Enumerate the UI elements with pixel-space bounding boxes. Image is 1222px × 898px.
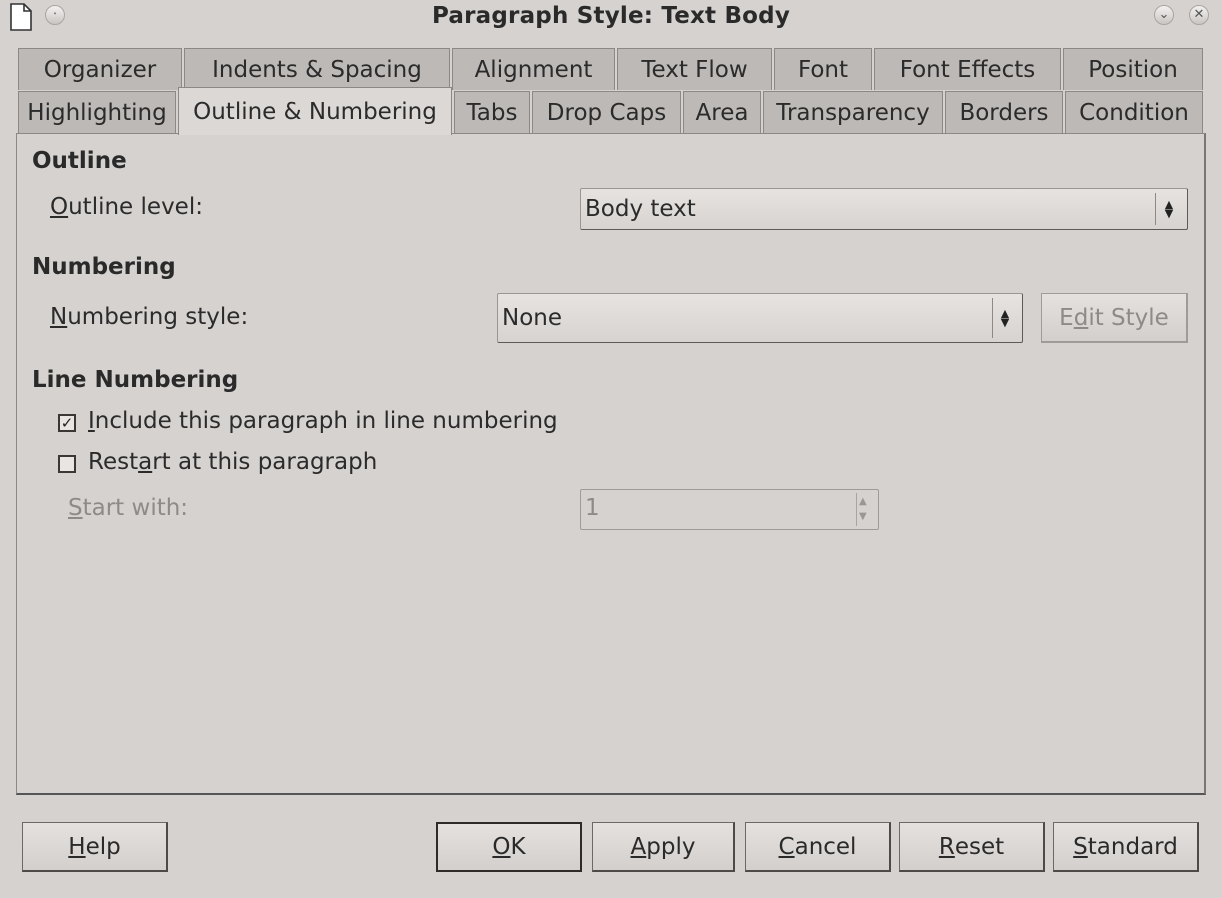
tab-label: Indents & Spacing <box>212 56 422 83</box>
numbering-style-value: None <box>502 305 563 331</box>
tab-label: Transparency <box>776 99 930 126</box>
tab-font[interactable]: Font <box>774 48 872 90</box>
outline-heading: Outline <box>32 148 127 174</box>
start-with-spinbox[interactable]: 1 ▲ ▼ <box>580 489 879 530</box>
tab-borders[interactable]: Borders <box>945 91 1063 133</box>
cancel-button[interactable]: Cancel <box>745 822 891 872</box>
tab-label: Tabs <box>466 99 518 126</box>
close-icon[interactable]: ✕ <box>1189 5 1209 25</box>
numbering-style-label: Numbering style: <box>50 304 249 330</box>
line-numbering-heading: Line Numbering <box>32 367 239 393</box>
updown-arrows-icon: ▲ ▼ <box>1000 307 1010 329</box>
numbering-heading: Numbering <box>32 254 176 280</box>
start-with-value: 1 <box>585 495 600 521</box>
tab-label: Font Effects <box>899 56 1036 83</box>
tab-drop-caps[interactable]: Drop Caps <box>532 91 681 133</box>
tab-label: Font <box>797 56 849 83</box>
outline-level-select[interactable]: Body text ▲ ▼ <box>580 188 1188 230</box>
tab-tabs[interactable]: Tabs <box>454 91 530 133</box>
tab-label: Alignment <box>474 56 593 83</box>
tab-indents-spacing[interactable]: Indents & Spacing <box>184 48 450 90</box>
outline-level-label: Outline level: <box>50 194 203 220</box>
apply-button[interactable]: Apply <box>592 822 735 872</box>
start-with-label: Start with: <box>68 495 189 521</box>
updown-arrows-icon: ▲ ▼ <box>1164 198 1174 220</box>
include-line-numbering-label[interactable]: Include this paragraph in line numbering <box>88 408 558 434</box>
chevron-down-icon[interactable]: ⌄ <box>1154 5 1174 25</box>
tab-label: Drop Caps <box>546 99 667 126</box>
tab-text-flow[interactable]: Text Flow <box>617 48 772 90</box>
tab-area[interactable]: Area <box>683 91 761 133</box>
restart-checkbox[interactable] <box>58 455 76 473</box>
outline-level-value: Body text <box>585 196 696 222</box>
tab-outline-numbering[interactable]: Outline & Numbering <box>178 87 452 135</box>
reset-button[interactable]: Reset <box>899 822 1045 872</box>
edit-style-button[interactable]: Ed it Style <box>1041 293 1188 343</box>
tab-label: Borders <box>959 99 1049 126</box>
tab-label: Organizer <box>43 56 157 83</box>
standard-button[interactable]: Standard <box>1053 822 1199 872</box>
ok-button[interactable]: OK <box>436 822 582 872</box>
tab-transparency[interactable]: Transparency <box>763 91 943 133</box>
tab-position[interactable]: Position <box>1063 48 1203 90</box>
tab-organizer[interactable]: Organizer <box>18 48 182 90</box>
tab-label: Highlighting <box>27 99 167 126</box>
tab-font-effects[interactable]: Font Effects <box>874 48 1061 90</box>
tab-alignment[interactable]: Alignment <box>452 48 615 90</box>
include-line-numbering-checkbox[interactable]: ✓ <box>58 414 76 432</box>
tab-label: Text Flow <box>641 56 748 83</box>
restart-label[interactable]: Restart at this paragraph <box>88 449 377 475</box>
spin-arrows-icon[interactable]: ▲ ▼ <box>859 494 867 524</box>
tab-highlighting[interactable]: Highlighting <box>18 91 176 133</box>
window-title: Paragraph Style: Text Body <box>431 3 791 29</box>
title-bar: ⋅ Paragraph Style: Text Body ⌄ ✕ <box>0 0 1222 36</box>
help-button[interactable]: Help <box>22 822 168 872</box>
tab-condition[interactable]: Condition <box>1065 91 1203 133</box>
tab-label: Outline & Numbering <box>193 98 437 125</box>
tab-label: Area <box>695 99 749 126</box>
numbering-style-select[interactable]: None ▲ ▼ <box>497 293 1023 343</box>
tab-label: Condition <box>1079 99 1189 126</box>
tab-label: Position <box>1088 56 1178 83</box>
